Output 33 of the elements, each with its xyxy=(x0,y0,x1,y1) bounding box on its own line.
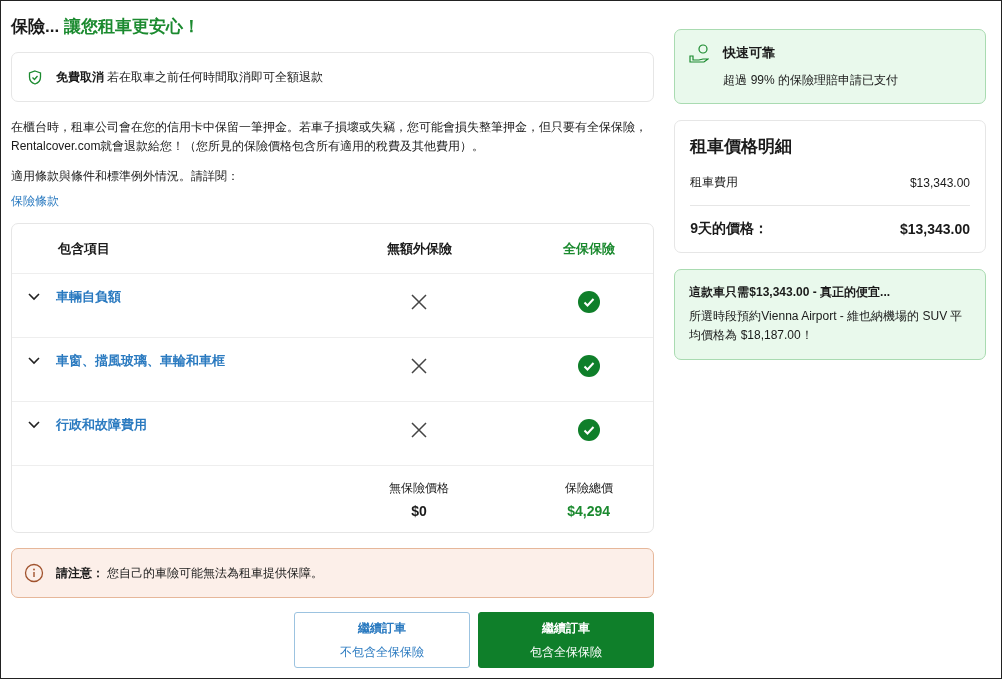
notice-text: 請注意： 您自己的車險可能無法為租車提供保障。 xyxy=(56,564,324,582)
chevron-icon xyxy=(28,293,40,301)
total-label: 無保險價格 xyxy=(389,479,449,497)
continue-booking-button[interactable]: 繼續訂車 不包含全保保險 xyxy=(294,612,471,668)
reliable-title: 快速可靠 xyxy=(723,44,777,62)
reliable-text: 超過 99% 的保險理賠申請已支付 xyxy=(723,72,898,89)
column-header: 無額外保險 xyxy=(386,239,452,258)
price-label: 租車費用 xyxy=(690,174,739,191)
total-price: $4,294 xyxy=(567,502,611,519)
price-value: $13,343.00 xyxy=(909,175,970,190)
terms-text: 適用條款與條件和標準例外情況。請詳閱： xyxy=(11,168,240,185)
info-icon xyxy=(24,563,44,583)
total-price: $0 xyxy=(411,502,427,519)
chevron-icon xyxy=(28,357,40,365)
deal-title: 這款車只需$13,343.00 - 真正的便宜... xyxy=(689,284,892,301)
continue-booking-button[interactable]: 繼續訂車 包含全保保險 xyxy=(478,612,655,668)
total-label: 保險總價 xyxy=(564,479,613,497)
price-value: $13,343.00 xyxy=(899,221,970,237)
deal-text: 所選時段預約Vienna Airport - 維也納機場的 SUV 平均價格為 $18,187.00！ xyxy=(689,308,964,344)
hand-coin-icon xyxy=(689,44,710,64)
description-text: 在櫃台時，租車公司會在您的信用卡中保留一筆押金。若車子損壞或失竊，您可能會損失整筆押金，但只要有全保保險，Rentalcover.com就會退款給您！（您所見的保險價格包含所有適用的稅費及其他費用）。 xyxy=(11,119,648,155)
coverage-row-toggle[interactable]: 車輛自負額 xyxy=(12,288,121,306)
coverage-row-toggle[interactable]: 行政和故障費用 xyxy=(12,416,147,434)
free-cancel-text: 免費取消 若在取車之前任何時間取消即可全額退款 xyxy=(56,68,324,86)
coverage-row-toggle[interactable]: 車窗、擋風玻璃、車輪和車框 xyxy=(12,352,225,370)
price-title: 租車價格明細 xyxy=(690,136,794,158)
column-header: 包含項目 xyxy=(58,239,110,258)
column-header: 全保保險 xyxy=(562,239,615,258)
terms-link[interactable]: 保險條款 xyxy=(11,193,59,210)
chevron-icon xyxy=(28,421,40,429)
page-title: 保險... 讓您租車更安心！ xyxy=(11,16,201,38)
price-label: 9天的價格： xyxy=(690,220,769,238)
shield-check-icon xyxy=(28,69,42,85)
